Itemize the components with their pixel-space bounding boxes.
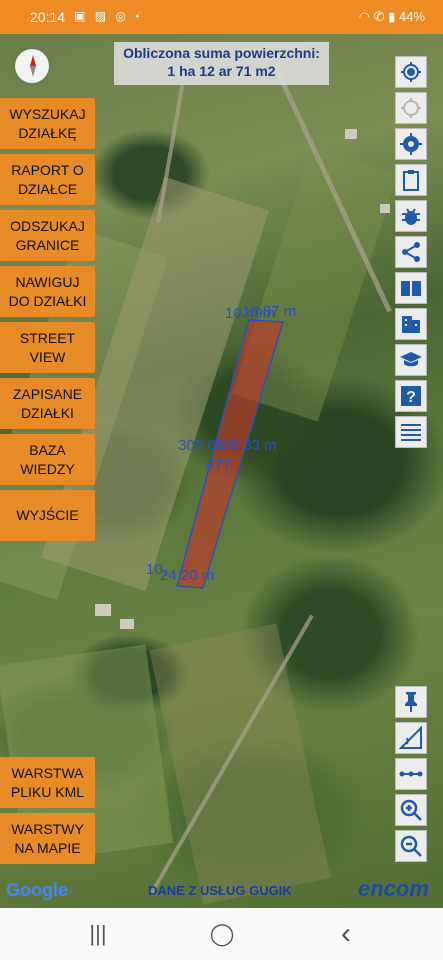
system-nav-bar: ||| ◯ ‹: [0, 908, 443, 960]
encom-logo: encom: [358, 876, 429, 901]
measure-angle-button[interactable]: [395, 722, 427, 754]
google-logo-text: Google: [6, 880, 68, 900]
back-button[interactable]: ‹: [316, 908, 376, 960]
btn-wyszukaj-dzialke[interactable]: WYSZUKAJ DZIAŁKĘ: [0, 98, 95, 149]
locate-icon: [401, 62, 421, 82]
dot-icon: •: [135, 9, 143, 23]
school-icon: [400, 352, 422, 367]
share-button[interactable]: [395, 236, 427, 268]
zoom-out-button[interactable]: [395, 830, 427, 862]
gps-off-button[interactable]: [395, 92, 427, 124]
parcel-bottom-length-b: 24,20 m: [160, 567, 214, 584]
btn-odszukaj-granice[interactable]: ODSZUKAJ GRANICE: [0, 210, 95, 261]
zoom-in-button[interactable]: [395, 794, 427, 826]
status-bar: 20:14 ▣ ▨ ◎ • ◠ ✆ ▮ 44%: [0, 0, 443, 34]
list-icon: [401, 424, 421, 441]
locate-button[interactable]: [395, 56, 427, 88]
bug-button[interactable]: [395, 200, 427, 232]
measure-line-icon: [399, 771, 423, 777]
school-button[interactable]: [395, 344, 427, 376]
btn-nawiguj-do-dzialki[interactable]: NAWIGUJ DO DZIAŁKI: [0, 266, 95, 317]
measure-angle-icon: [399, 726, 422, 749]
parcel-polygon[interactable]: [176, 319, 284, 589]
clipboard-button[interactable]: [395, 164, 427, 196]
signal-icon: ▮: [388, 9, 396, 24]
status-right: ◠ ✆ ▮ 44%: [359, 9, 425, 25]
compass-button[interactable]: [15, 49, 49, 83]
help-icon: ?: [401, 386, 421, 406]
compass-south-icon: [30, 66, 36, 77]
measure-line-button[interactable]: [395, 758, 427, 790]
battery-level: 44%: [398, 9, 425, 24]
building-icon: [402, 316, 420, 333]
pin-button[interactable]: [395, 686, 427, 718]
clipboard-icon: [403, 170, 419, 191]
recent-apps-button[interactable]: |||: [68, 908, 128, 960]
settings-button[interactable]: [395, 128, 427, 160]
parcel-id: 477: [206, 457, 231, 474]
btn-warstwy-na-mapie[interactable]: WARSTWY NA MAPIE: [0, 813, 95, 864]
pin-icon: [405, 692, 417, 712]
recent-apps-icon: |||: [89, 921, 107, 946]
status-time: 20:14: [30, 9, 66, 25]
data-source-label: DANE Z USŁUG GUGIK: [148, 883, 292, 898]
zoom-out-icon: [400, 835, 422, 857]
status-app-icons: ▣ ▨ ◎ •: [74, 9, 142, 23]
wifi-call-icon: ✆: [373, 9, 385, 24]
area-sum-title: Obliczona suma powierzchni:: [123, 45, 320, 61]
book-icon: [401, 281, 421, 296]
google-logo: Google: [6, 880, 68, 901]
btn-baza-wiedzy[interactable]: BAZA WIEDZY: [0, 434, 95, 485]
help-button[interactable]: ?: [395, 380, 427, 412]
list-button[interactable]: [395, 416, 427, 448]
back-icon: ‹: [341, 917, 351, 950]
btn-wyjscie[interactable]: WYJŚCIE: [0, 490, 95, 541]
area-sum-value: 1 ha 12 ar 71 m2: [167, 63, 276, 79]
area-sum-panel: Obliczona suma powierzchni: 1 ha 12 ar 7…: [114, 42, 329, 85]
parcel-top-length-b: 10.49m: [225, 305, 275, 322]
bug-icon: [402, 208, 420, 225]
gallery-icon: ▨: [94, 9, 110, 23]
share-icon: [402, 242, 420, 262]
building-button[interactable]: [395, 308, 427, 340]
btn-warstwa-pliku-kml[interactable]: WARSTWA PLIKU KML: [0, 757, 95, 808]
wifi-icon: ◠: [358, 9, 371, 24]
gps-off-icon: [401, 98, 421, 118]
book-button[interactable]: [395, 272, 427, 304]
svg-text:?: ?: [406, 389, 416, 406]
whatsapp-icon: ◎: [115, 9, 129, 23]
btn-raport-o-dzialce[interactable]: RAPORT O DZIAŁCE: [0, 154, 95, 205]
video-call-icon: ▣: [74, 9, 89, 23]
home-icon: ◯: [209, 921, 235, 946]
btn-zapisane-dzialki[interactable]: ZAPISANE DZIAŁKI: [0, 378, 95, 429]
parcel-side-length-b: 328,33 m: [214, 437, 277, 454]
btn-street-view[interactable]: STREET VIEW: [0, 322, 95, 373]
settings-icon: [400, 133, 422, 155]
home-button[interactable]: ◯: [192, 908, 252, 960]
zoom-in-icon: [400, 799, 422, 821]
compass-north-icon: [30, 55, 36, 66]
